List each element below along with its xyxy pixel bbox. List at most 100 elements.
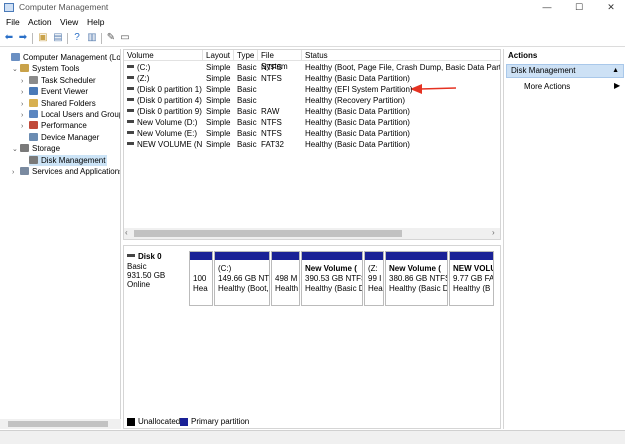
collapse-up-icon[interactable]: ▲ [612, 65, 619, 77]
tree-node-icon [11, 53, 20, 61]
menu-action[interactable]: Action [28, 17, 52, 27]
menu-file[interactable]: File [6, 17, 20, 27]
table-row[interactable]: New Volume (E:) Simple Basic NTFS Healthy (B… [124, 128, 500, 139]
cell-text: Basic [237, 107, 257, 116]
scrollbar-thumb[interactable] [134, 230, 402, 237]
cell-text: RAW [261, 107, 280, 116]
close-button[interactable]: ✕ [596, 0, 625, 15]
list-view-icon[interactable]: ▭ [119, 32, 131, 44]
more-actions[interactable]: More Actions [524, 81, 570, 93]
disk-name: Disk 0 [138, 252, 162, 261]
cell-type: Basic [234, 128, 258, 139]
minimize-button[interactable]: — [532, 0, 562, 15]
partition-name: (Z: [368, 264, 378, 273]
cell-type: Basic [234, 73, 258, 84]
column-header-volume[interactable]: Volume [124, 50, 203, 61]
tree-item-label: Device Manager [41, 132, 100, 142]
actions-disk-management[interactable]: Disk Management ▲ [506, 64, 624, 78]
tree-node-icon [29, 121, 38, 130]
scroll-left-icon[interactable]: ‹ [125, 228, 128, 237]
column-header-type[interactable]: Type [234, 50, 258, 61]
disk-partition[interactable]: NEW VOLU 9.77 GB FA Healthy (B [449, 251, 494, 306]
expand-toggle-icon[interactable]: › [21, 110, 29, 121]
disk-partition[interactable]: (C:) 149.66 GB NTF Healthy (Boot, [214, 251, 270, 306]
tree-item-storage[interactable]: ⌄ Storage [0, 143, 60, 154]
cell-text: Simple [206, 118, 231, 127]
cell-file-system: NTFS [258, 73, 302, 84]
tree-item-event-viewer[interactable]: › Event Viewer [0, 86, 88, 97]
partition-bar [450, 252, 493, 260]
disk-0-info[interactable]: Disk 0 Basic 931.50 GB Online [127, 251, 187, 306]
table-row[interactable]: (Disk 0 partition 4) Simple Basic Healthy (… [124, 95, 500, 106]
disk-partition[interactable]: (Z: 99 I Hea [364, 251, 384, 306]
show-hide-pane-icon[interactable]: ▥ [86, 32, 98, 44]
tree-item-label: Task Scheduler [41, 75, 96, 85]
cell-text: Simple [206, 74, 231, 83]
console-tree-icon[interactable]: ▤ [52, 32, 64, 44]
disk-partition[interactable]: 100 Hea [189, 251, 213, 306]
cell-text: NTFS [261, 129, 282, 138]
cell-text: (Disk 0 partition 4) [137, 96, 202, 105]
properties-icon[interactable]: ✎ [105, 32, 117, 44]
expand-toggle-icon[interactable]: › [12, 167, 20, 178]
tree-item-local-users-and-groups[interactable]: › Local Users and Groups [0, 109, 120, 121]
table-row[interactable]: (C:) Simple Basic NTFS Healthy (Boot, Page F… [124, 62, 500, 73]
cell-text: Simple [206, 63, 231, 72]
partition-line1: 99 I [368, 274, 382, 283]
table-row[interactable]: (Disk 0 partition 9) Simple Basic RAW Health… [124, 106, 500, 117]
expand-toggle-icon[interactable]: › [21, 121, 29, 132]
scrollbar-thumb[interactable] [8, 421, 108, 427]
table-row[interactable]: NEW VOLUME (N:) Simple Basic FAT32 Healthy (… [124, 139, 500, 150]
status-bar [0, 430, 625, 444]
cell-file-system: NTFS [258, 62, 302, 73]
menu-bar: File Action View Help [0, 16, 625, 29]
table-row[interactable]: (Disk 0 partition 1) Simple Basic Healthy (… [124, 84, 500, 95]
folder-up-icon[interactable]: ▣ [37, 32, 49, 44]
tree-item-system-tools[interactable]: ⌄ System Tools [0, 63, 79, 74]
cell-volume: New Volume (D:) [124, 117, 203, 128]
tree-item-shared-folders[interactable]: › Shared Folders [0, 98, 96, 109]
disk-partition[interactable]: 498 M Health [271, 251, 300, 306]
menu-help[interactable]: Help [87, 17, 104, 27]
scroll-right-icon[interactable]: › [492, 228, 495, 237]
disk-partition[interactable]: New Volume (380.86 GB NTFS Healthy (Basic… [385, 251, 448, 306]
expand-toggle-icon[interactable]: › [21, 87, 29, 98]
volume-list-scrollbar[interactable]: ‹ › [124, 228, 500, 239]
tree-item-task-scheduler[interactable]: › Task Scheduler [0, 75, 96, 86]
column-header-status[interactable]: Status [302, 50, 500, 61]
tree-item-services-and-applications[interactable]: › Services and Applications [0, 166, 120, 178]
forward-arrow-icon[interactable]: ➡ [17, 32, 29, 44]
actions-disk-management-label: Disk Management [511, 66, 576, 75]
cell-type: Basic [234, 117, 258, 128]
tree-item-computer-management-local[interactable]: Computer Management (Local [0, 52, 120, 63]
tree-node-icon [29, 98, 38, 107]
partition-name: New Volume ( [389, 264, 441, 273]
partition-bar [365, 252, 383, 260]
cell-status: Healthy (Basic Data Partition) [302, 139, 500, 150]
expand-toggle-icon[interactable]: › [21, 76, 29, 87]
maximize-button[interactable]: ☐ [564, 0, 594, 15]
cell-text: Healthy (EFI System Partition) [305, 85, 413, 94]
disk-partition[interactable]: New Volume (390.53 GB NTFS Healthy (Basic… [301, 251, 363, 306]
table-row[interactable]: New Volume (D:) Simple Basic NTFS Healthy (B… [124, 117, 500, 128]
help-icon[interactable]: ? [71, 32, 83, 44]
cell-text: Basic [237, 74, 257, 83]
expand-toggle-icon[interactable]: ⌄ [12, 64, 20, 75]
expand-toggle-icon[interactable]: › [21, 99, 29, 110]
cell-status: Healthy (Basic Data Partition) [302, 117, 500, 128]
expand-toggle-icon[interactable]: ⌄ [12, 144, 20, 155]
column-header-file-system[interactable]: File System [258, 50, 302, 71]
cell-text: NEW VOLUME (N:) [137, 140, 203, 149]
cell-layout: Simple [203, 139, 234, 150]
tree-item-label: Storage [32, 144, 61, 154]
tree-scrollbar[interactable] [0, 419, 121, 429]
partition-bar [215, 252, 269, 260]
back-arrow-icon[interactable]: ⬅ [3, 32, 15, 44]
column-header-layout[interactable]: Layout [203, 50, 234, 61]
cell-volume: (Z:) [124, 73, 203, 84]
tree-item-performance[interactable]: › Performance [0, 120, 87, 131]
tree-item-disk-management[interactable]: Disk Management [29, 154, 108, 166]
menu-view[interactable]: View [60, 17, 78, 27]
tree-item-device-manager[interactable]: Device Manager [0, 132, 99, 143]
table-row[interactable]: (Z:) Simple Basic NTFS Healthy (Basic Data P… [124, 73, 500, 84]
